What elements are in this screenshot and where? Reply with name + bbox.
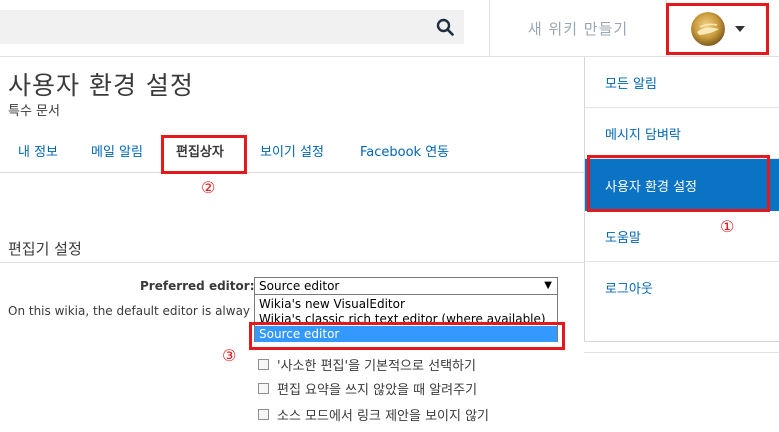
menu-item-logout[interactable]: 로그아웃 [585,262,779,312]
page-title: 사용자 환경 설정 [8,71,194,100]
summary-warning-checkbox[interactable] [258,382,269,394]
divider [584,352,779,353]
menu-item-help[interactable]: 도움말 [585,211,779,261]
search-icon [436,18,454,36]
user-menu-button[interactable] [666,3,769,55]
select-value: Source editor [259,279,340,293]
tab-email-notifications[interactable]: 메일 알림 [91,140,143,168]
checkbox-row: '사소한 편집'을 기본적으로 선택하기 [258,354,476,374]
avatar [690,12,725,46]
option-visual-editor[interactable]: Wikia's new VisualEditor [255,296,557,312]
search-button[interactable] [426,10,464,44]
highlight-box-option [249,322,565,350]
annotation-marker-3: ③ [222,346,237,365]
tab-facebook[interactable]: Facebook 연동 [360,140,449,168]
page-subtitle: 특수 문서 [8,104,60,119]
highlight-box-menu [587,155,770,212]
search-input[interactable] [0,10,464,44]
menu-item-all-notifications[interactable]: 모든 알림 [585,57,779,107]
annotation-marker-1: ① [720,217,735,236]
menu-item-message-wall[interactable]: 메시지 담벼락 [585,108,779,158]
highlight-box-tab [161,135,247,174]
caret-down-icon [734,26,745,32]
minor-edit-checkbox[interactable] [258,358,269,370]
create-wiki-link[interactable]: 새 위키 만들기 [490,0,666,56]
checkbox-label: 편집 요약을 쓰지 않았을 때 알려주기 [277,382,478,398]
preferred-editor-label: Preferred editor: [140,279,255,293]
annotation-marker-2: ② [201,178,216,197]
section-divider [0,262,585,263]
top-bar: 새 위키 만들기 [0,0,779,57]
tab-appearance[interactable]: 보이기 설정 [260,140,324,168]
tab-my-info[interactable]: 내 정보 [18,140,58,168]
default-editor-note: On this wikia, the default editor is alw… [8,304,251,318]
checkbox-row: 편집 요약을 쓰지 않았을 때 알려주기 [258,378,477,398]
preferences-tabs: 내 정보 메일 알림 편집상자 보이기 설정 Facebook 연동 [0,140,585,173]
dropdown-arrow-icon: ▼ [544,280,552,291]
checkbox-label: '사소한 편집'을 기본적으로 선택하기 [277,358,476,374]
link-suggest-checkbox[interactable] [258,408,269,420]
checkbox-label: 소스 모드에서 링크 제안을 보이지 않기 [277,408,490,424]
section-title: 편집기 설정 [8,240,82,258]
preferred-editor-select[interactable]: Source editor ▼ [254,277,558,295]
checkbox-row: 소스 모드에서 링크 제안을 보이지 않기 [258,404,489,424]
